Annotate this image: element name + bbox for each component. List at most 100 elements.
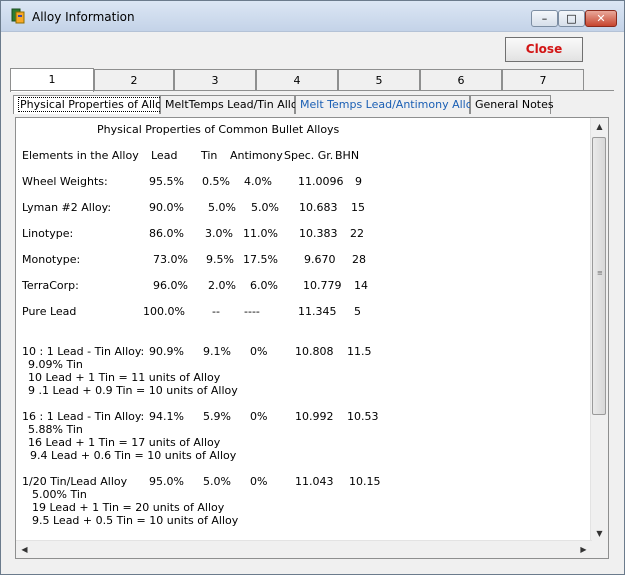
bhn-value: 11.5: [347, 345, 372, 358]
column-header: Lead: [151, 149, 178, 162]
tab-5[interactable]: 5: [338, 69, 420, 91]
bhn-value: 10.15: [349, 475, 381, 488]
column-header: Antimony: [230, 149, 283, 162]
tin-value: 3.0%: [205, 227, 233, 240]
tab-physical-properties-label: Physical Properties of Alloys: [18, 97, 177, 112]
scroll-right-icon[interactable]: ▶: [575, 541, 592, 558]
tab-strip-divider: [10, 90, 614, 91]
scroll-grip-icon: ≡: [597, 269, 603, 277]
tin-value: 5.0%: [203, 475, 231, 488]
alloy-note: 5.00% Tin: [32, 488, 87, 501]
column-header: Spec. Gr.: [284, 149, 334, 162]
antimony-value: 17.5%: [243, 253, 278, 266]
tab-4[interactable]: 4: [256, 69, 338, 91]
horizontal-scrollbar[interactable]: ◀ ▶: [16, 540, 592, 558]
tab-melt-temps-lead-antimony[interactable]: Melt Temps Lead/Antimony Alloys: [295, 95, 485, 114]
antimony-value: 4.0%: [244, 175, 272, 188]
alloy-name: TerraCorp:: [22, 279, 79, 292]
tin-value: 9.1%: [203, 345, 231, 358]
alloy-note: 16 Lead + 1 Tin = 17 units of Alloy: [28, 436, 221, 449]
alloy-note: 9.09% Tin: [28, 358, 83, 371]
vertical-scrollbar[interactable]: ▲ ≡ ▼: [590, 118, 608, 542]
alloy-note: 10 Lead + 1 Tin = 11 units of Alloy: [28, 371, 221, 384]
close-button[interactable]: Close: [505, 37, 583, 62]
scrollbar-corner: [591, 541, 608, 558]
minimize-icon: –: [541, 12, 548, 25]
lead-value: 90.9%: [149, 345, 184, 358]
bhn-value: 15: [351, 201, 365, 214]
bhn-value: 14: [354, 279, 368, 292]
column-header: Tin: [201, 149, 218, 162]
spec-gr-value: 10.683: [299, 201, 338, 214]
lead-value: 95.5%: [149, 175, 184, 188]
scroll-up-icon[interactable]: ▲: [591, 118, 608, 135]
scroll-down-icon[interactable]: ▼: [591, 525, 608, 542]
text-content: Physical Properties of Common Bullet All…: [16, 118, 592, 542]
antimony-value: 11.0%: [243, 227, 278, 240]
antimony-value: ----: [244, 305, 260, 318]
column-header: Elements in the Alloy: [22, 149, 139, 162]
lead-value: 95.0%: [149, 475, 184, 488]
vertical-scroll-thumb[interactable]: ≡: [592, 137, 606, 415]
tin-value: 5.9%: [203, 410, 231, 423]
lead-value: 90.0%: [149, 201, 184, 214]
lead-value: 86.0%: [149, 227, 184, 240]
spec-gr-value: 10.808: [295, 345, 334, 358]
alloy-name: 1/20 Tin/Lead Alloy: [22, 475, 128, 488]
tab-3[interactable]: 3: [174, 69, 256, 91]
tab-6[interactable]: 6: [420, 69, 502, 91]
antimony-value: 0%: [250, 345, 268, 358]
spec-gr-value: 10.992: [295, 410, 334, 423]
tab-melttemps-lead-tin[interactable]: MeltTemps Lead/Tin Alloys: [160, 95, 310, 114]
tab-7[interactable]: 7: [502, 69, 584, 91]
spec-gr-value: 10.383: [299, 227, 338, 240]
spec-gr-value: 11.0096: [298, 175, 344, 188]
antimony-value: 0%: [250, 475, 268, 488]
lead-value: 100.0%: [143, 305, 185, 318]
alloy-text-area[interactable]: Physical Properties of Common Bullet All…: [15, 117, 609, 559]
tab-2[interactable]: 2: [94, 69, 174, 91]
close-icon: ✕: [596, 12, 606, 25]
antimony-value: 5.0%: [251, 201, 279, 214]
tab-physical-properties[interactable]: Physical Properties of Alloys: [13, 95, 177, 114]
spec-gr-value: 11.043: [295, 475, 334, 488]
bhn-value: 5: [354, 305, 361, 318]
minimize-button[interactable]: –: [531, 10, 558, 27]
alloy-name: Wheel Weights:: [22, 175, 108, 188]
spec-gr-value: 10.779: [303, 279, 342, 292]
app-icon: [11, 8, 25, 24]
alloy-name: Linotype:: [22, 227, 74, 240]
maximize-icon: □: [566, 12, 577, 25]
alloy-note: 9.4 Lead + 0.6 Tin = 10 units of Alloy: [30, 449, 237, 462]
title-bar[interactable]: Alloy Information – □ ✕: [1, 1, 624, 32]
content-heading: Physical Properties of Common Bullet All…: [97, 123, 340, 136]
antimony-value: 0%: [250, 410, 268, 423]
window-close-button[interactable]: ✕: [585, 10, 617, 27]
column-header: BHN: [335, 149, 360, 162]
spec-gr-value: 9.670: [304, 253, 336, 266]
tin-value: 5.0%: [208, 201, 236, 214]
alloy-note: 9 .1 Lead + 0.9 Tin = 10 units of Alloy: [28, 384, 238, 397]
bhn-value: 22: [350, 227, 364, 240]
tin-value: --: [212, 305, 220, 318]
tin-value: 0.5%: [202, 175, 230, 188]
alloy-name: Lyman #2 Alloy:: [22, 201, 112, 214]
alloy-note: 5.88% Tin: [28, 423, 83, 436]
lead-value: 73.0%: [153, 253, 188, 266]
alloy-note: 19 Lead + 1 Tin = 20 units of Alloy: [32, 501, 225, 514]
window-title: Alloy Information: [32, 10, 135, 24]
alloy-information-window: Alloy Information – □ ✕ Close 1 2 3 4 5 …: [0, 0, 625, 575]
maximize-button[interactable]: □: [558, 10, 585, 27]
bhn-value: 9: [355, 175, 362, 188]
tab-general-notes[interactable]: General Notes: [470, 95, 554, 114]
number-tab-strip: 1 2 3 4 5 6 7: [10, 68, 612, 92]
tab-1[interactable]: 1: [10, 68, 94, 92]
tin-value: 9.5%: [206, 253, 234, 266]
scroll-left-icon[interactable]: ◀: [16, 541, 33, 558]
spec-gr-value: 11.345: [298, 305, 337, 318]
bhn-value: 10.53: [347, 410, 379, 423]
alloy-name: Pure Lead: [22, 305, 77, 318]
lead-value: 94.1%: [149, 410, 184, 423]
alloy-note: 9.5 Lead + 0.5 Tin = 10 units of Alloy: [32, 514, 239, 527]
bhn-value: 28: [352, 253, 366, 266]
